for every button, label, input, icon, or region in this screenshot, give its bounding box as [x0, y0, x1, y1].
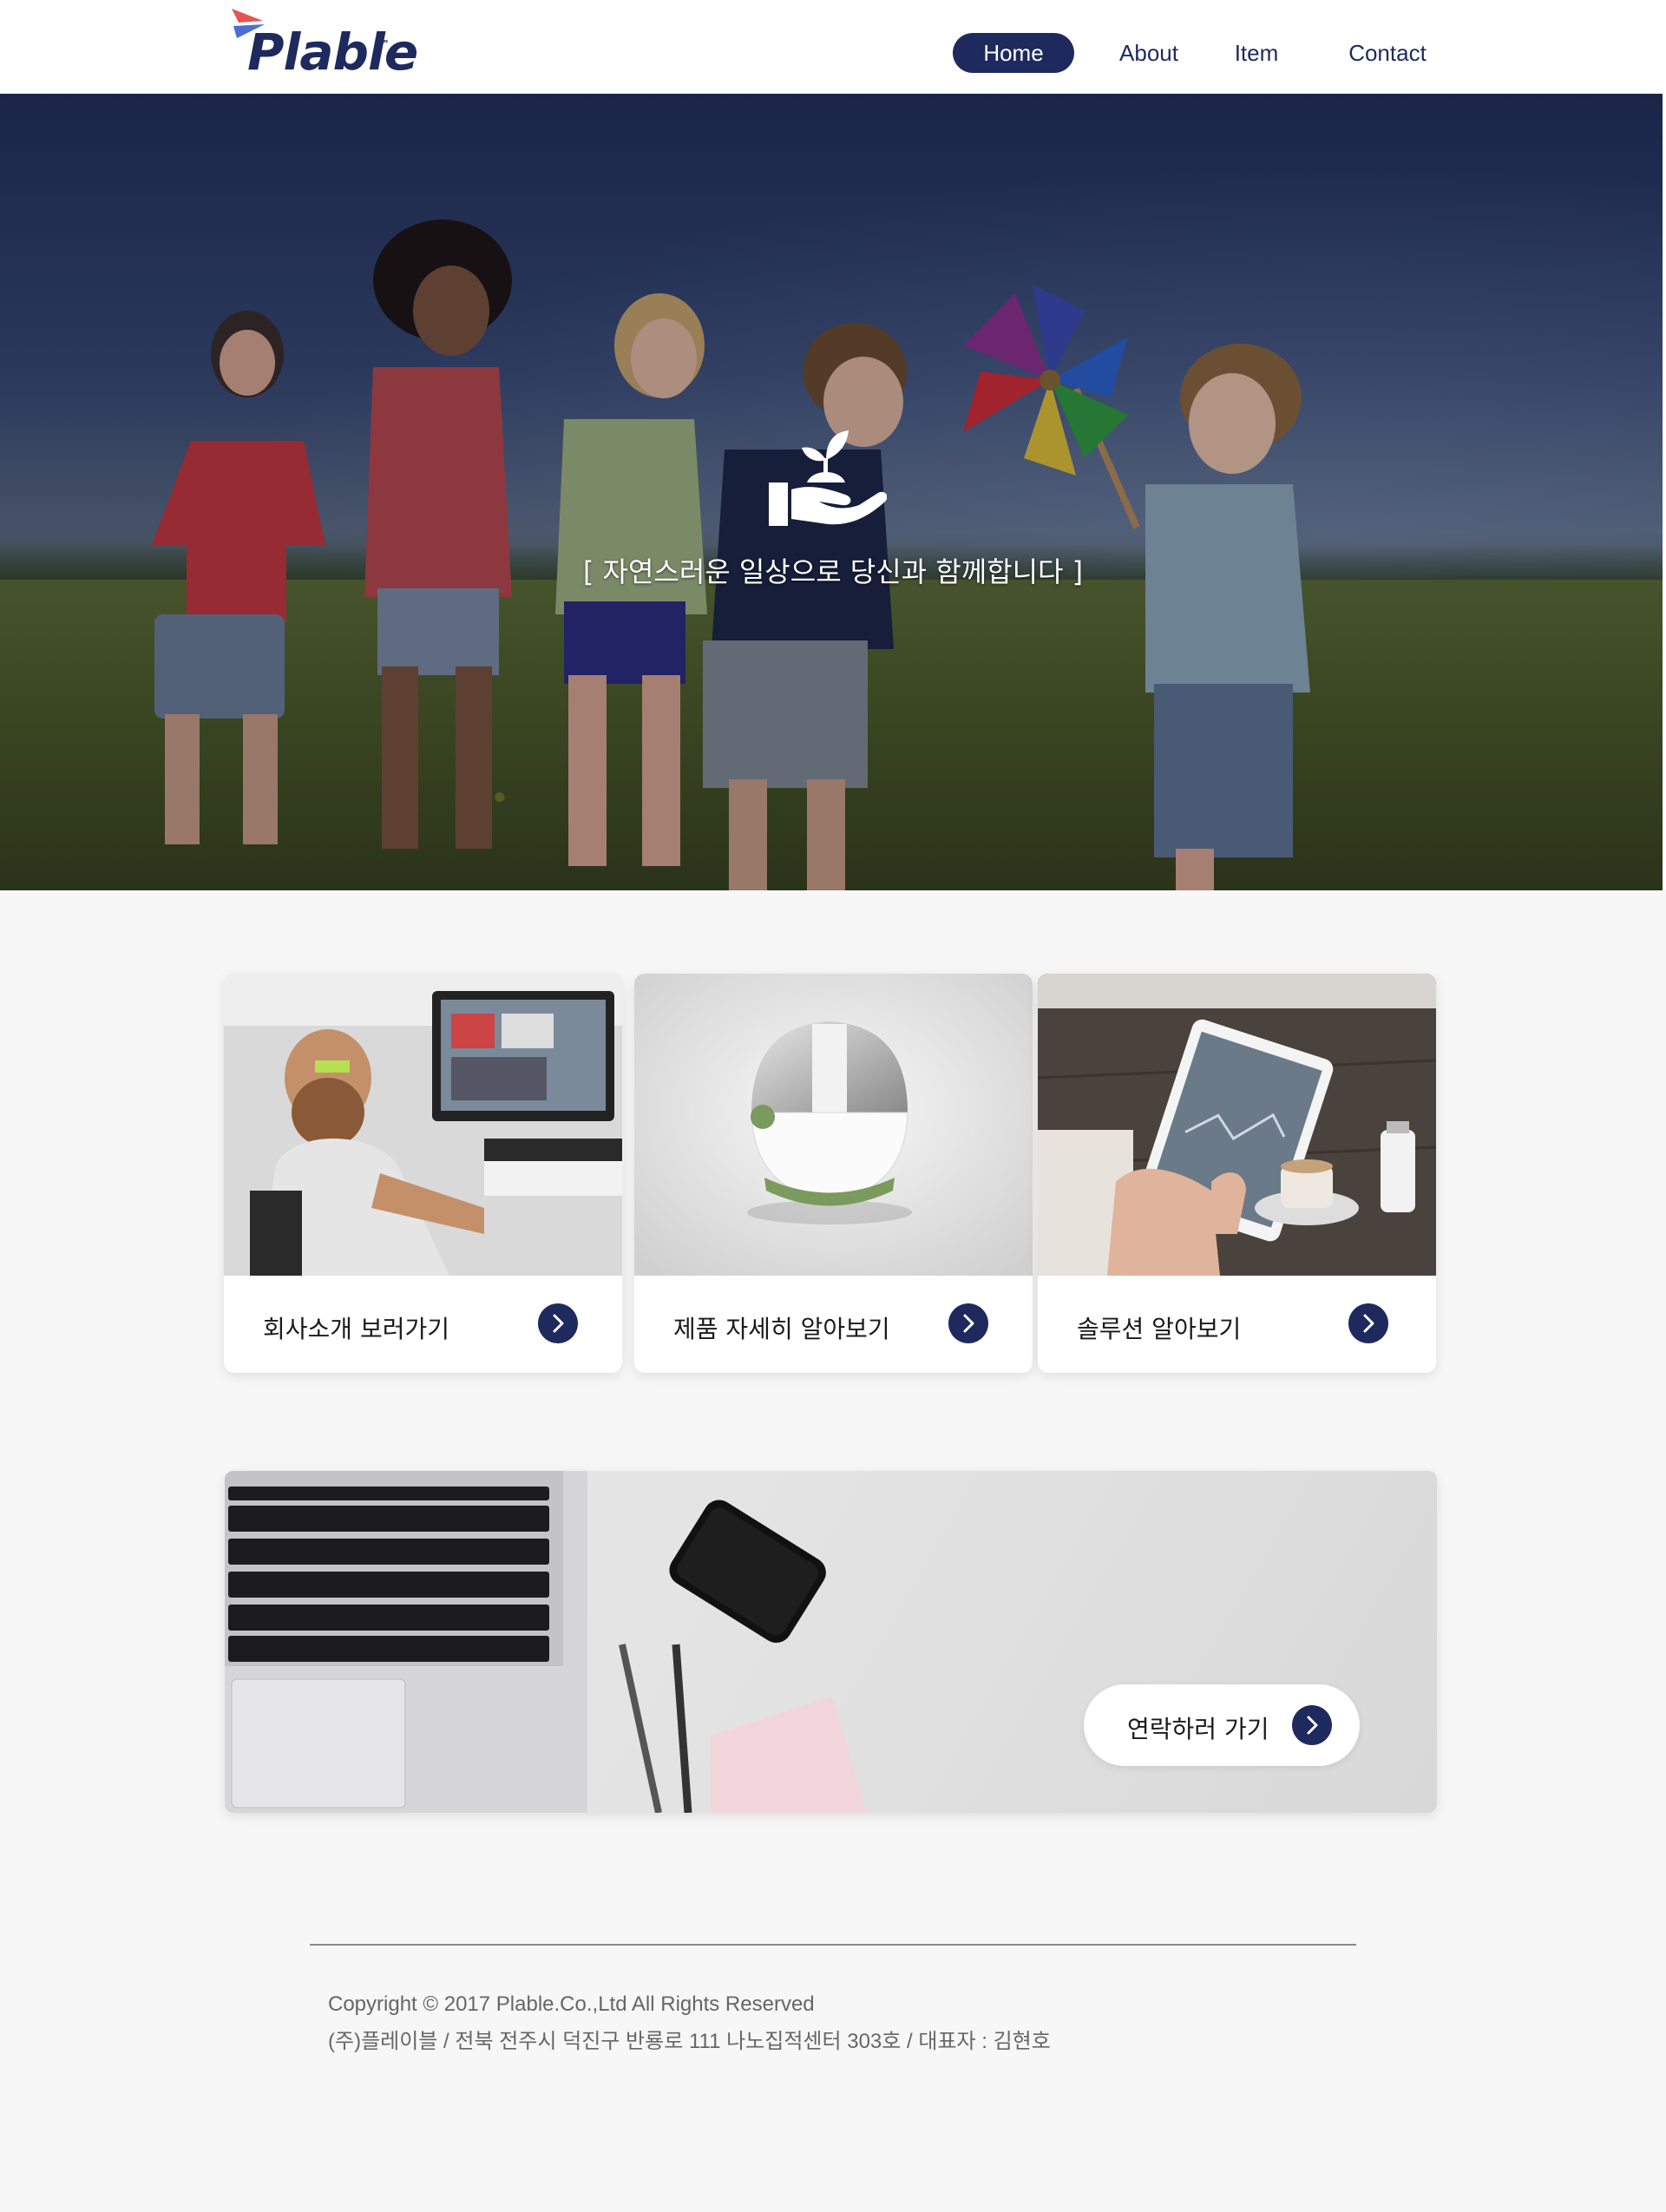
- card-label: 제품 자세히 알아보기: [673, 1315, 890, 1343]
- site-header: Plable ™ Home About Item Contact: [0, 0, 1666, 94]
- nav-item-home[interactable]: Home: [953, 33, 1074, 73]
- chevron-right-icon: [1292, 1705, 1332, 1745]
- card-label: 회사소개 보러가기: [263, 1315, 449, 1343]
- nav-item-about[interactable]: About: [1104, 33, 1194, 73]
- card-company-intro[interactable]: 회사소개 보러가기: [224, 974, 622, 1373]
- contact-banner: 연락하러 가기: [225, 1471, 1437, 1813]
- footer-divider: [310, 1944, 1356, 1946]
- chevron-right-icon[interactable]: [948, 1303, 988, 1343]
- hero-tagline: [ 자연스러운 일상으로 당신과 함께합니다 ]: [582, 555, 1084, 588]
- hero-banner: [ 자연스러운 일상으로 당신과 함께합니다 ]: [0, 94, 1666, 890]
- office-man-photo: [224, 974, 622, 1276]
- main-nav: Home About Item Contact: [0, 33, 1666, 73]
- tablet-cafe-photo: [1038, 974, 1436, 1276]
- footer-address: (주)플레이블 / 전북 전주시 덕진구 반룡로 111 나노집적센터 303호…: [328, 2030, 1051, 2053]
- footer-copyright: Copyright © 2017 Plable.Co.,Ltd All Righ…: [328, 1992, 815, 2016]
- hand-sprout-icon: [769, 430, 887, 526]
- chevron-right-icon[interactable]: [1348, 1303, 1388, 1343]
- chevron-right-icon[interactable]: [538, 1303, 578, 1343]
- card-product-details[interactable]: 제품 자세히 알아보기: [634, 974, 1033, 1373]
- contact-button[interactable]: 연락하러 가기: [1084, 1684, 1360, 1766]
- product-device-photo: [634, 974, 1033, 1276]
- contact-button-label: 연락하러 가기: [1127, 1715, 1269, 1743]
- nav-item-item[interactable]: Item: [1222, 33, 1291, 73]
- nav-item-contact[interactable]: Contact: [1331, 33, 1444, 73]
- card-label: 솔루션 알아보기: [1077, 1315, 1242, 1343]
- card-solutions[interactable]: 솔루션 알아보기: [1038, 974, 1436, 1373]
